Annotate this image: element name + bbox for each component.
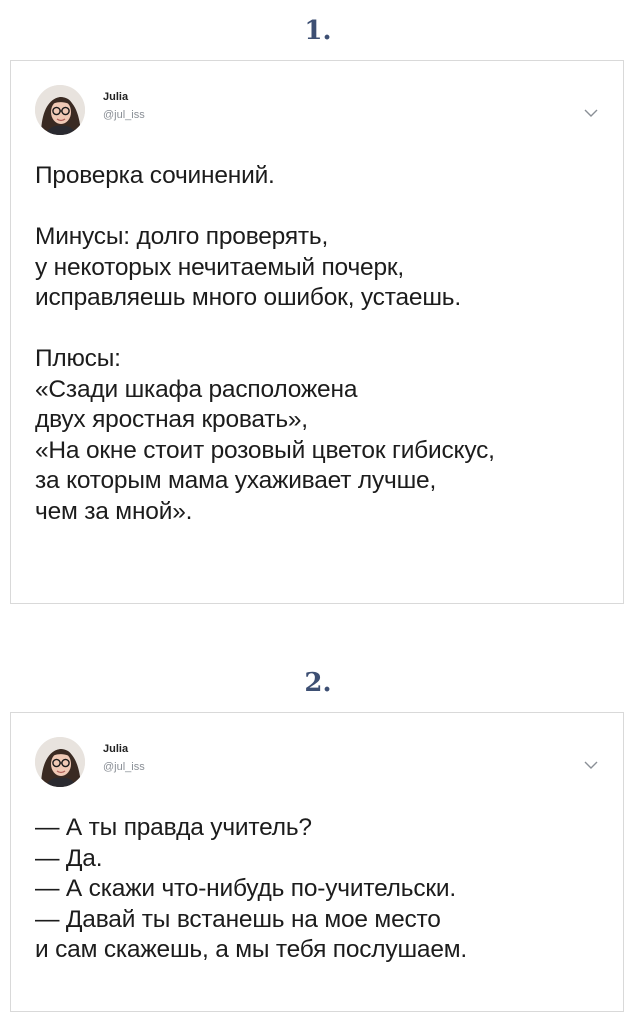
text-line: — А скажи что-нибудь по-учительски.	[35, 875, 457, 902]
avatar-image	[35, 85, 85, 135]
text-line: и сам скажешь, а мы тебя послушаем.	[35, 936, 468, 963]
avatar[interactable]	[35, 85, 85, 135]
text-line: чем за мной».	[35, 497, 193, 525]
text-line: — А ты правда учитель?	[35, 814, 312, 841]
text-line: «Сзади шкафа расположена	[35, 375, 358, 403]
section-number-1: 1.	[304, 16, 332, 46]
text-line: — Давай ты встанешь на мое место	[35, 905, 441, 933]
tweet-card-2: Julia @jul_iss — А ты правда учитель? — …	[10, 712, 624, 1012]
text-line: Минусы: долго проверять,	[35, 223, 329, 250]
chevron-down-icon[interactable]	[583, 757, 599, 773]
text-line: за которым мама ухаживает лучше,	[35, 467, 437, 494]
avatar[interactable]	[35, 737, 85, 787]
tweet-card-1: Julia @jul_iss Проверка сочинений. Минус…	[10, 60, 624, 604]
author-name[interactable]: Julia	[103, 743, 128, 755]
text-line: «На окне стоит розовый цветок гибискус,	[35, 436, 495, 464]
author-handle[interactable]: @jul_iss	[103, 109, 145, 121]
author-handle[interactable]: @jul_iss	[103, 761, 145, 773]
text-line: Плюсы:	[35, 345, 121, 372]
text-line: Проверка сочинений.	[35, 162, 275, 189]
text-line: у некоторых нечитаемый почерк,	[35, 253, 404, 281]
author-name[interactable]: Julia	[103, 91, 128, 103]
text-line: исправляешь много ошибок, устаешь.	[35, 284, 461, 311]
text-line: — Да.	[35, 844, 103, 872]
avatar-image	[35, 737, 85, 787]
text-line: двух яростная кровать»,	[35, 406, 308, 433]
tweet-text: Проверка сочинений. Минусы: долго провер…	[35, 161, 603, 527]
tweet-text: — А ты правда учитель? — Да. — А скажи ч…	[35, 813, 603, 966]
section-number-2: 2.	[304, 668, 332, 698]
chevron-down-icon[interactable]	[583, 105, 599, 121]
